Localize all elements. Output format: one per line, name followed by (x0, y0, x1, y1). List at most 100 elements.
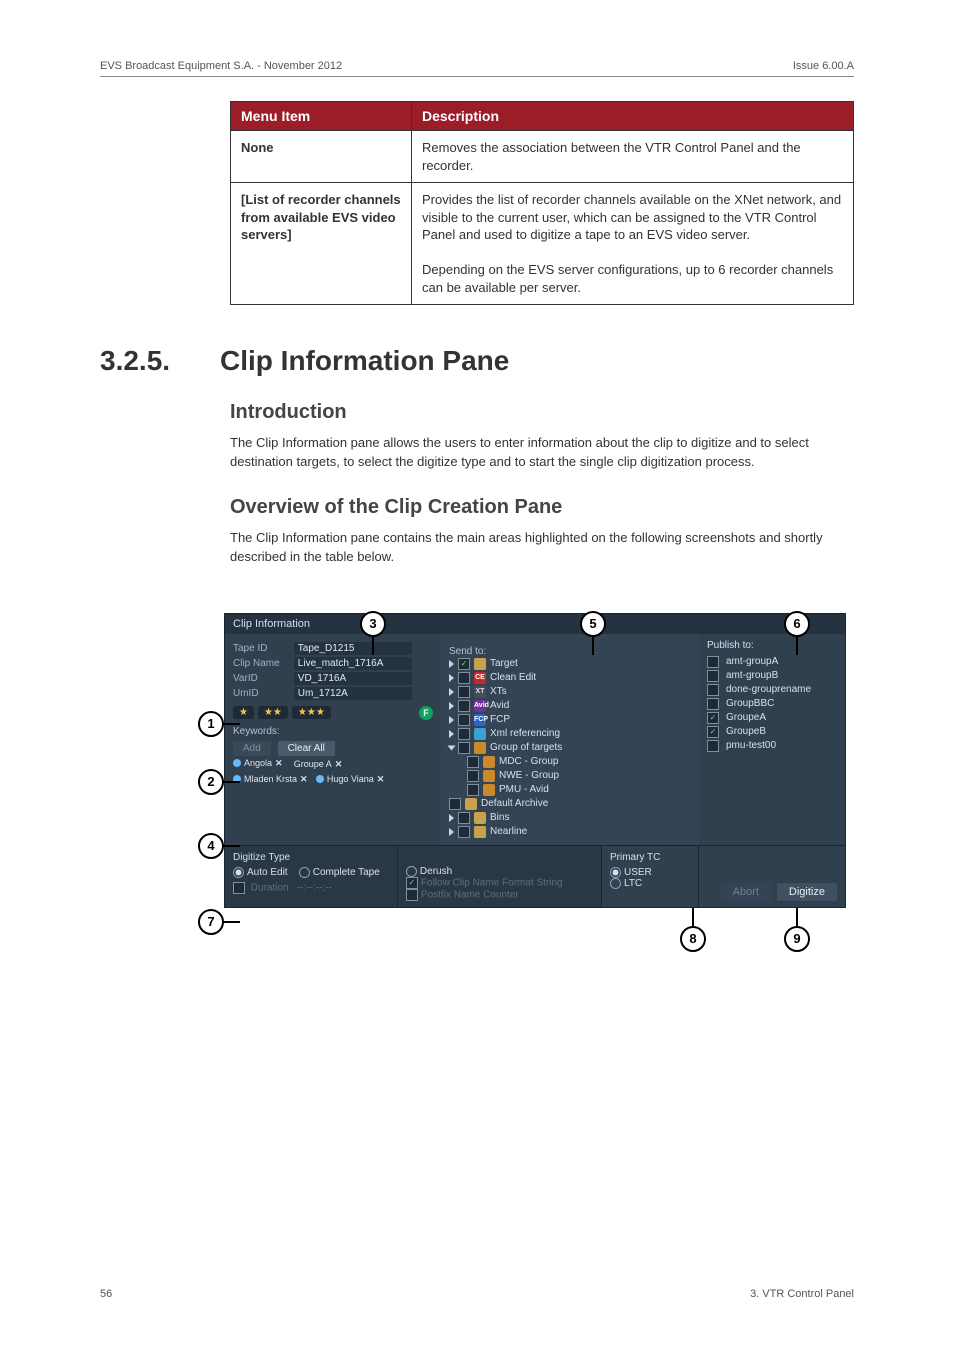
checkbox-icon[interactable] (707, 740, 719, 752)
checkbox-icon[interactable] (467, 784, 479, 796)
send-item-target[interactable]: Target (449, 657, 691, 671)
cell-description: Removes the association between the VTR … (412, 131, 854, 183)
callout-7: 7 (198, 909, 224, 935)
rating-1-button[interactable]: ★ (233, 706, 254, 719)
checkbox-icon[interactable] (467, 756, 479, 768)
tc-user-option[interactable]: USER (624, 867, 652, 878)
radio-icon[interactable] (299, 867, 310, 878)
checkbox-icon[interactable] (458, 812, 470, 824)
send-item-bins[interactable]: Bins (449, 811, 691, 825)
group-icon (474, 742, 486, 754)
checkbox-icon (406, 877, 418, 889)
checkbox-icon[interactable] (458, 672, 470, 684)
digitize-actions-panel: Abort Digitize (698, 846, 845, 907)
keyword-add-button[interactable]: Add (233, 741, 271, 756)
table-row: [List of recorder channels from availabl… (231, 183, 854, 305)
footer-chapter: 3. VTR Control Panel (750, 1288, 854, 1300)
remove-icon[interactable]: ✕ (275, 758, 283, 769)
callout-9: 9 (784, 926, 810, 952)
callout-3: 3 (360, 611, 386, 637)
radio-icon[interactable] (610, 878, 621, 889)
checkbox-icon[interactable] (707, 712, 719, 724)
checkbox-icon[interactable] (707, 726, 719, 738)
checkbox-icon[interactable] (458, 658, 470, 670)
send-item-default-archive[interactable]: Default Archive (449, 797, 691, 811)
folder-icon (474, 812, 486, 824)
keyword-chip[interactable]: Angola ✕ (233, 758, 283, 769)
publish-item[interactable]: done-grouprename (707, 683, 837, 697)
group-icon (483, 770, 495, 782)
complete-tape-option[interactable]: Complete Tape (313, 867, 380, 878)
checkbox-icon[interactable] (449, 798, 461, 810)
follow-format-option: Follow Clip Name Format String (421, 878, 563, 889)
radio-icon[interactable] (233, 867, 244, 878)
radio-icon[interactable] (406, 866, 417, 877)
checkbox-icon[interactable] (458, 728, 470, 740)
publish-item[interactable]: amt-groupB (707, 669, 837, 683)
rating-3-button[interactable]: ★★★ (292, 706, 331, 719)
checkbox-icon[interactable] (707, 670, 719, 682)
publish-item[interactable]: GroupeA (707, 711, 837, 725)
page-number: 56 (100, 1288, 112, 1300)
umid-label: UmID (233, 688, 291, 699)
checkbox-icon[interactable] (707, 698, 719, 710)
varid-field[interactable]: VD_1716A (294, 672, 412, 685)
send-item-avid[interactable]: AvidAvid (449, 699, 691, 713)
keyword-chip[interactable]: Mladen Krsta ✕ (233, 774, 308, 785)
expand-icon (449, 828, 454, 836)
send-item-nwe-group[interactable]: NWE - Group (449, 769, 691, 783)
clean-edit-icon: CE (474, 672, 486, 684)
remove-icon[interactable]: ✕ (335, 759, 343, 770)
keyword-chip[interactable]: Groupe A ✕ (294, 759, 343, 770)
checkbox-icon[interactable] (458, 686, 470, 698)
send-item-fcp[interactable]: FCPFCP (449, 713, 691, 727)
publish-item[interactable]: GroupBBC (707, 697, 837, 711)
checkbox-icon[interactable] (458, 742, 470, 754)
table-header-row: Menu Item Description (231, 102, 854, 131)
digitize-button[interactable]: Digitize (777, 883, 837, 901)
send-item-xts[interactable]: XTXTs (449, 685, 691, 699)
send-item-mdc-group[interactable]: MDC - Group (449, 755, 691, 769)
radio-icon[interactable] (610, 867, 621, 878)
clip-name-field[interactable]: Live_match_1716A (294, 657, 412, 670)
umid-field[interactable]: Um_1712A (294, 687, 412, 700)
callout-6: 6 (784, 611, 810, 637)
section-number: 3.2.5. (100, 345, 220, 377)
expand-icon (449, 716, 454, 724)
clip-fields-column: Tape ID Tape_D1215 Clip Name Live_match_… (225, 634, 441, 845)
cell-menu-item: None (231, 131, 412, 183)
send-item-pmu-avid[interactable]: PMU - Avid (449, 783, 691, 797)
send-item-xml[interactable]: Xml referencing (449, 727, 691, 741)
checkbox-icon[interactable] (458, 826, 470, 838)
callout-1: 1 (198, 711, 224, 737)
remove-icon[interactable]: ✕ (300, 774, 308, 785)
abort-button[interactable]: Abort (721, 883, 771, 901)
publish-item[interactable]: amt-groupA (707, 655, 837, 669)
tc-ltc-option[interactable]: LTC (624, 878, 642, 889)
rating-2-button[interactable]: ★★ (258, 706, 288, 719)
callout-4: 4 (198, 833, 224, 859)
keyword-clear-all-button[interactable]: Clear All (278, 741, 335, 756)
checkbox-icon[interactable] (707, 656, 719, 668)
keyword-chip[interactable]: Hugo Viana ✕ (316, 774, 384, 785)
overview-heading: Overview of the Clip Creation Pane (230, 496, 854, 519)
checkbox-icon[interactable] (458, 714, 470, 726)
publish-item[interactable]: pmu-test00 (707, 739, 837, 753)
flag-f-button[interactable]: F (419, 706, 433, 720)
tape-id-field[interactable]: Tape_D1215 (294, 642, 412, 655)
remove-icon[interactable]: ✕ (377, 774, 385, 785)
expand-icon (449, 730, 454, 738)
send-item-group[interactable]: Group of targets (449, 741, 691, 755)
auto-edit-option[interactable]: Auto Edit (247, 867, 288, 878)
checkbox-icon[interactable] (458, 700, 470, 712)
send-item-nearline[interactable]: Nearline (449, 825, 691, 839)
publish-item[interactable]: GroupeB (707, 725, 837, 739)
page-header: EVS Broadcast Equipment S.A. - November … (100, 60, 854, 77)
checkbox-icon[interactable] (707, 684, 719, 696)
checkbox-icon (233, 882, 245, 894)
group-icon (483, 784, 495, 796)
derush-option[interactable]: Derush (420, 866, 452, 877)
checkbox-icon[interactable] (467, 770, 479, 782)
section-heading: 3.2.5. Clip Information Pane (100, 345, 854, 377)
send-item-clean-edit[interactable]: CEClean Edit (449, 671, 691, 685)
